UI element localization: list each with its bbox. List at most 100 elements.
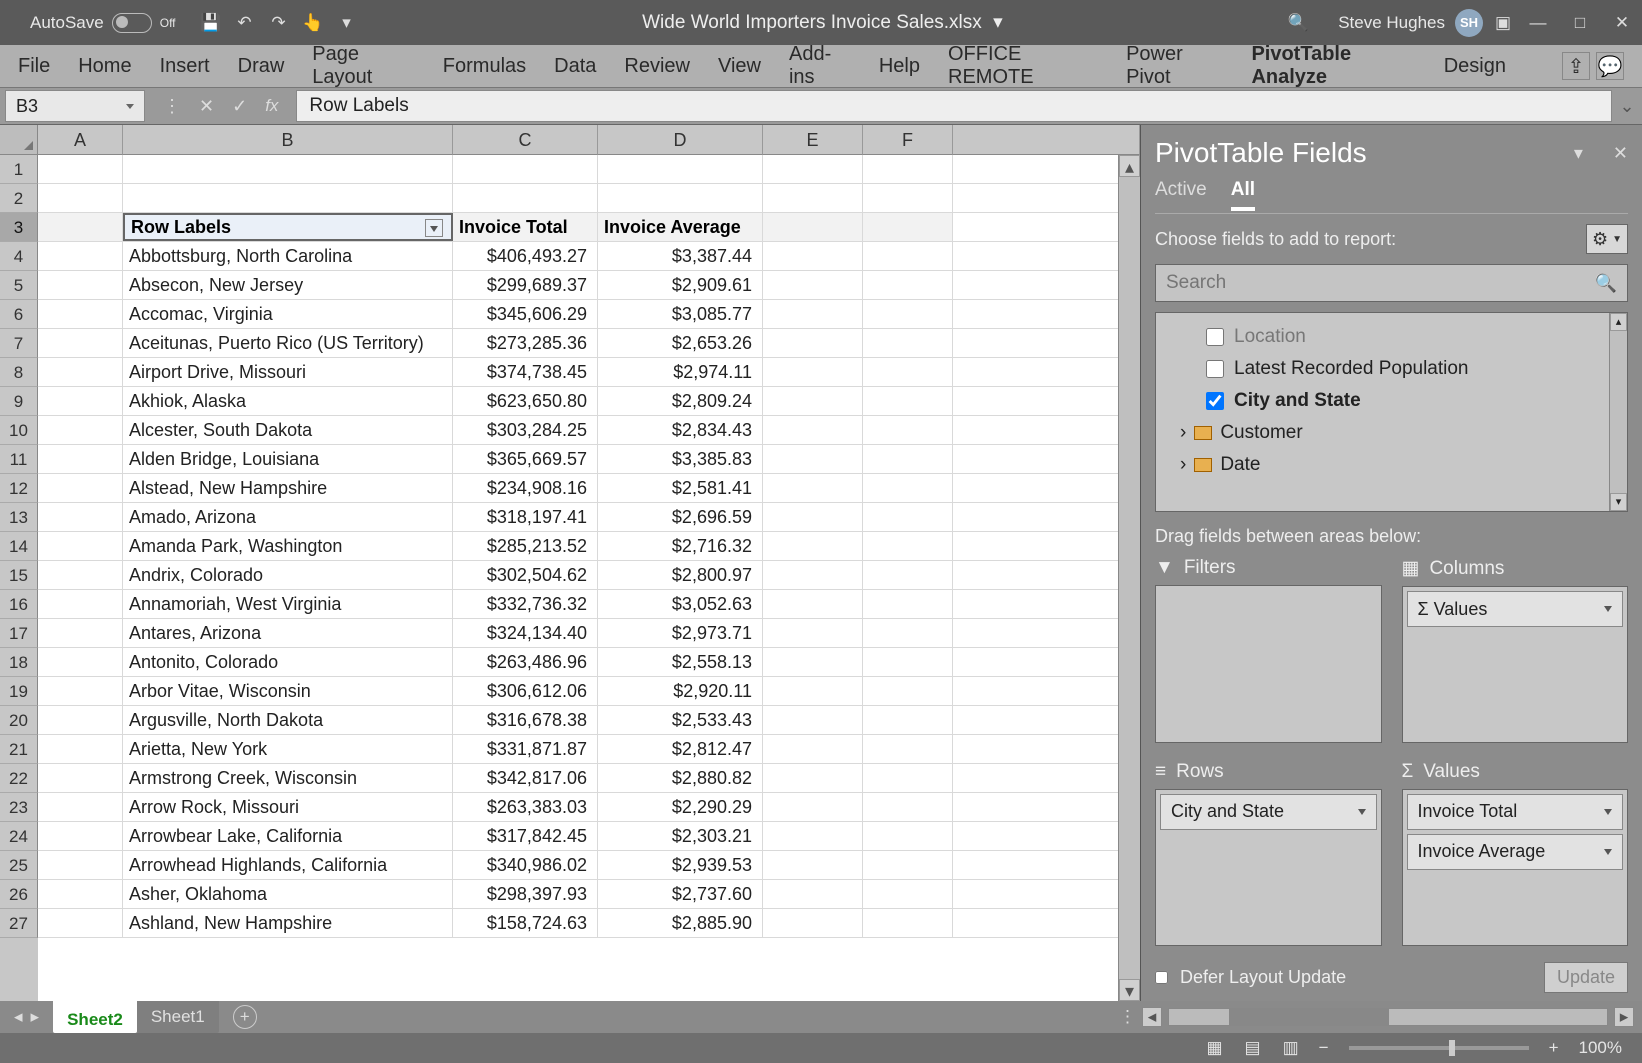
scroll-right-icon[interactable]: ▸	[1614, 1007, 1634, 1027]
field-table-date[interactable]: › Date	[1166, 449, 1617, 481]
row-header[interactable]: 5	[0, 271, 38, 300]
cell[interactable]: $2,880.82	[598, 764, 763, 792]
cell[interactable]	[38, 300, 123, 328]
sheet-nav-next-icon[interactable]: ▸	[31, 1007, 40, 1027]
ribbon-display-icon[interactable]: ▣	[1493, 13, 1513, 33]
cell[interactable]	[38, 213, 123, 241]
cell[interactable]	[863, 793, 953, 821]
row-header[interactable]: 4	[0, 242, 38, 271]
save-icon[interactable]: 💾	[201, 13, 221, 33]
cell[interactable]: Arbor Vitae, Wisconsin	[123, 677, 453, 705]
rows-item-city-state[interactable]: City and State	[1160, 794, 1377, 830]
cell[interactable]	[763, 590, 863, 618]
expand-icon[interactable]: ›	[1180, 422, 1186, 444]
cell[interactable]	[763, 184, 863, 212]
columns-item-sigma-values[interactable]: Σ Values	[1407, 591, 1624, 627]
row-header[interactable]: 10	[0, 416, 38, 445]
filters-dropzone[interactable]	[1155, 585, 1382, 743]
cell[interactable]	[38, 242, 123, 270]
comments-icon[interactable]: 💬	[1596, 52, 1624, 80]
cell[interactable]	[863, 706, 953, 734]
title-dropdown-icon[interactable]: ▾	[993, 12, 1003, 33]
cell[interactable]	[863, 619, 953, 647]
scroll-down-icon[interactable]: ▾	[1119, 979, 1140, 1001]
account-block[interactable]: Steve Hughes SH	[1338, 9, 1483, 37]
cell[interactable]	[763, 851, 863, 879]
cell[interactable]: $2,653.26	[598, 329, 763, 357]
values-area[interactable]: ΣValues Invoice Total Invoice Average	[1402, 761, 1629, 947]
filters-area[interactable]: ▼Filters	[1155, 557, 1382, 743]
cell[interactable]	[38, 445, 123, 473]
cell[interactable]	[863, 880, 953, 908]
values-item-invoice-average[interactable]: Invoice Average	[1407, 834, 1624, 870]
cell[interactable]: $345,606.29	[453, 300, 598, 328]
cell[interactable]	[763, 155, 863, 183]
row-header[interactable]: 2	[0, 184, 38, 213]
autosave-switch[interactable]	[112, 13, 152, 33]
cell[interactable]: $3,052.63	[598, 590, 763, 618]
ribbon-tab-review[interactable]: Review	[624, 55, 690, 78]
scroll-down-icon[interactable]: ▾	[1610, 493, 1627, 511]
cell[interactable]	[863, 271, 953, 299]
share-icon[interactable]: ⇪	[1562, 52, 1590, 80]
sheet-split-handle-icon[interactable]: ⋮	[1119, 1007, 1136, 1027]
cell[interactable]: Arrow Rock, Missouri	[123, 793, 453, 821]
cell[interactable]: $2,834.43	[598, 416, 763, 444]
chevron-down-icon[interactable]	[1604, 849, 1612, 855]
pane-tools-button[interactable]: ⚙ ▼	[1586, 224, 1628, 254]
cell[interactable]	[763, 503, 863, 531]
cell[interactable]	[763, 416, 863, 444]
expand-icon[interactable]: ›	[1180, 454, 1186, 476]
cell[interactable]	[763, 329, 863, 357]
checkbox-location[interactable]	[1206, 328, 1224, 346]
row-header[interactable]: 18	[0, 648, 38, 677]
cell[interactable]: Absecon, New Jersey	[123, 271, 453, 299]
cell[interactable]: Antonito, Colorado	[123, 648, 453, 676]
cell[interactable]: $2,909.61	[598, 271, 763, 299]
cell[interactable]	[763, 213, 863, 241]
cell[interactable]	[863, 300, 953, 328]
ribbon-tab-addins[interactable]: Add-ins	[789, 43, 851, 89]
fx-menu-icon[interactable]: ⋮	[163, 96, 181, 117]
field-city-state[interactable]: City and State	[1166, 385, 1617, 417]
cell[interactable]: $2,939.53	[598, 851, 763, 879]
cell[interactable]: Andrix, Colorado	[123, 561, 453, 589]
search-input[interactable]	[1166, 272, 1595, 294]
cell[interactable]	[38, 735, 123, 763]
cell[interactable]	[38, 648, 123, 676]
zoom-out-icon[interactable]: −	[1319, 1038, 1329, 1058]
cell[interactable]	[863, 474, 953, 502]
field-list[interactable]: Location Latest Recorded Population City…	[1155, 312, 1628, 512]
cell[interactable]: $306,612.06	[453, 677, 598, 705]
cell[interactable]: $3,387.44	[598, 242, 763, 270]
cell[interactable]: $3,385.83	[598, 445, 763, 473]
cancel-formula-icon[interactable]: ✕	[199, 96, 214, 117]
cell[interactable]	[38, 851, 123, 879]
ribbon-tab-office-remote[interactable]: OFFICE REMOTE	[948, 43, 1098, 89]
cell[interactable]: $2,558.13	[598, 648, 763, 676]
cell[interactable]	[123, 184, 453, 212]
cell[interactable]	[863, 358, 953, 386]
cell[interactable]	[38, 706, 123, 734]
columns-area[interactable]: ▦Columns Σ Values	[1402, 557, 1629, 743]
row-header[interactable]: 17	[0, 619, 38, 648]
normal-view-icon[interactable]: ▦	[1206, 1038, 1222, 1058]
cell[interactable]	[38, 155, 123, 183]
name-box-dropdown-icon[interactable]	[126, 104, 134, 109]
expand-formula-bar-icon[interactable]: ⌄	[1612, 96, 1642, 117]
cell-grid[interactable]: Row LabelsInvoice TotalInvoice AverageAb…	[38, 155, 1118, 1001]
zoom-slider[interactable]	[1349, 1046, 1529, 1050]
cell[interactable]: $374,738.45	[453, 358, 598, 386]
cell[interactable]: $263,486.96	[453, 648, 598, 676]
row-header[interactable]: 14	[0, 532, 38, 561]
scroll-left-icon[interactable]: ◂	[1142, 1007, 1162, 1027]
row-header[interactable]: 27	[0, 909, 38, 938]
cell[interactable]: Asher, Oklahoma	[123, 880, 453, 908]
field-search[interactable]: 🔍	[1155, 264, 1628, 302]
search-icon[interactable]: 🔍	[1288, 13, 1308, 33]
enter-formula-icon[interactable]: ✓	[232, 96, 247, 117]
row-header[interactable]: 25	[0, 851, 38, 880]
filter-dropdown-icon[interactable]	[425, 219, 443, 237]
cell[interactable]: $2,800.97	[598, 561, 763, 589]
column-header-a[interactable]: A	[38, 125, 123, 155]
